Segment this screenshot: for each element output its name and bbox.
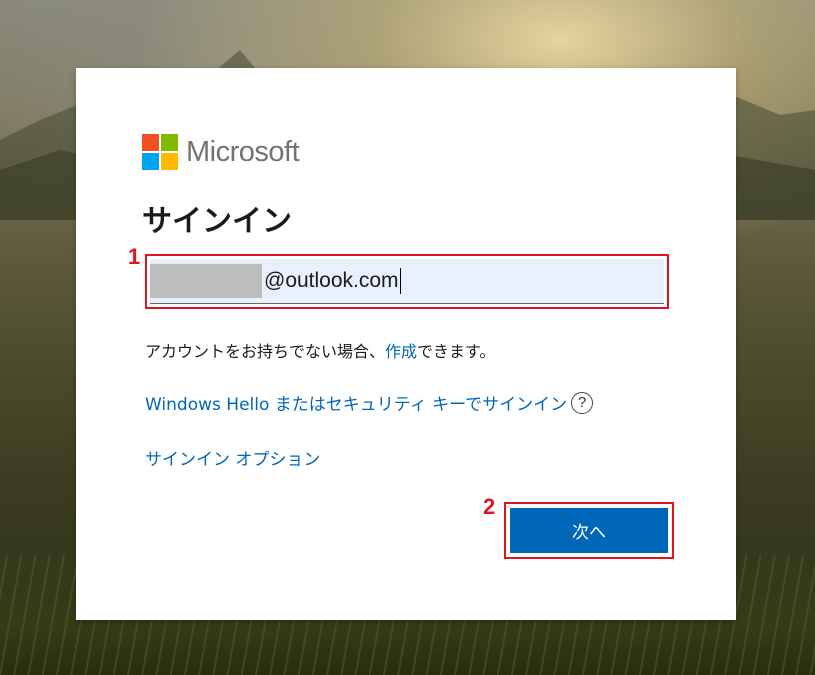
email-field[interactable]: @outlook.com — [150, 259, 664, 304]
brand-name: Microsoft — [186, 135, 300, 168]
microsoft-logo: Microsoft — [142, 134, 300, 170]
create-account-link[interactable]: 作成 — [385, 342, 417, 361]
text-cursor — [399, 268, 401, 294]
email-value: @outlook.com — [264, 269, 399, 292]
signin-options-link[interactable]: サインイン オプション — [145, 445, 320, 470]
step-number-2: 2 — [483, 494, 496, 519]
microsoft-logo-icon — [142, 134, 178, 170]
page-title: サインイン — [142, 204, 292, 239]
windows-hello-link[interactable]: Windows Hello またはセキュリティ キーでサインイン — [145, 390, 567, 415]
windows-hello-row: Windows Hello またはセキュリティ キーでサインイン ? — [145, 390, 594, 415]
step2-highlight: 次へ — [504, 502, 674, 559]
help-icon[interactable]: ? — [571, 391, 594, 414]
no-account-text: アカウントをお持ちでない場合、作成できます。 — [145, 342, 496, 361]
signin-card: Microsoft サインイン @outlook.com アカウントをお持ちでな… — [76, 68, 736, 620]
step-number-1: 1 — [128, 244, 141, 269]
next-button[interactable]: 次へ — [510, 508, 668, 553]
redacted-username — [150, 264, 262, 298]
step1-highlight: @outlook.com — [145, 254, 669, 309]
